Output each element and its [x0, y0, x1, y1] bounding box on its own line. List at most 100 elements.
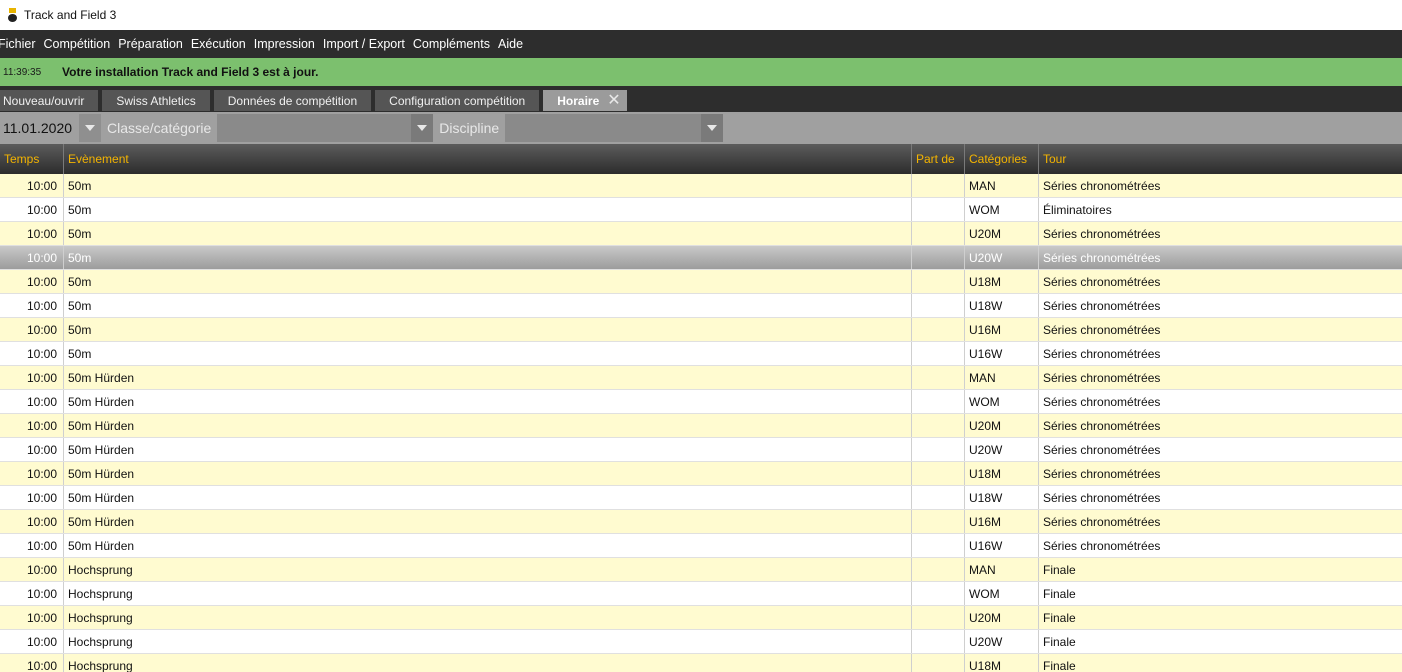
cell-category: WOM	[965, 390, 1039, 413]
table-row[interactable]: 10:00 50m U20W Séries chronométrées	[0, 246, 1402, 270]
cell-time: 10:00	[0, 606, 64, 629]
cell-event: 50m	[64, 318, 912, 341]
cell-part	[912, 582, 965, 605]
table-row[interactable]: 10:00 50m Hürden WOM Séries chronométrées	[0, 390, 1402, 414]
date-select-value[interactable]: 11.01.2020	[0, 120, 79, 136]
table-row[interactable]: 10:00 50m Hürden U20M Séries chronométrées	[0, 414, 1402, 438]
menu-execution[interactable]: Exécution	[187, 37, 250, 51]
date-dropdown-button[interactable]	[79, 114, 101, 142]
cell-time: 10:00	[0, 294, 64, 317]
cell-part	[912, 222, 965, 245]
cell-time: 10:00	[0, 342, 64, 365]
table-row[interactable]: 10:00 Hochsprung U18M Finale	[0, 654, 1402, 672]
chevron-down-icon	[707, 125, 718, 131]
cell-event: 50m Hürden	[64, 486, 912, 509]
tab-donnees-competition[interactable]: Données de compétition	[213, 90, 372, 111]
cell-round: Séries chronométrées	[1043, 442, 1161, 457]
cell-category: U16M	[965, 510, 1039, 533]
cell-part	[912, 438, 965, 461]
cell-part	[912, 510, 965, 533]
class-category-value[interactable]	[217, 114, 411, 142]
cell-part	[912, 390, 965, 413]
column-header-part[interactable]: Part de	[912, 144, 965, 174]
cell-round: Séries chronométrées	[1043, 322, 1161, 337]
tab-configuration-competition[interactable]: Configuration compétition	[375, 90, 540, 111]
table-row[interactable]: 10:00 Hochsprung WOM Finale	[0, 582, 1402, 606]
tab-nouveau-ouvrir[interactable]: Nouveau/ouvrir	[0, 90, 99, 111]
cell-part	[912, 654, 965, 672]
table-row[interactable]: 10:00 50m MAN Séries chronométrées	[0, 174, 1402, 198]
cell-event: 50m	[64, 174, 912, 197]
cell-event: 50m	[64, 198, 912, 221]
cell-part	[912, 246, 965, 269]
cell-event: Hochsprung	[64, 582, 912, 605]
cell-round: Finale	[1043, 658, 1076, 672]
cell-part	[912, 198, 965, 221]
table-row[interactable]: 10:00 Hochsprung U20M Finale	[0, 606, 1402, 630]
table-row[interactable]: 10:00 50m Hürden U16W Séries chronométrées	[0, 534, 1402, 558]
table-row[interactable]: 10:00 50m U20M Séries chronométrées	[0, 222, 1402, 246]
cell-round: Finale	[1043, 586, 1076, 601]
cell-event: Hochsprung	[64, 630, 912, 653]
cell-time: 10:00	[0, 462, 64, 485]
cell-category: WOM	[965, 582, 1039, 605]
cell-round: Séries chronométrées	[1043, 250, 1161, 265]
menu-import-export[interactable]: Import / Export	[319, 37, 409, 51]
cell-round: Finale	[1043, 610, 1076, 625]
menu-competition[interactable]: Compétition	[40, 37, 115, 51]
cell-round: Séries chronométrées	[1043, 418, 1161, 433]
cell-part	[912, 606, 965, 629]
table-row[interactable]: 10:00 50m Hürden U18W Séries chronométrées	[0, 486, 1402, 510]
cell-time: 10:00	[0, 558, 64, 581]
filter-bar: 11.01.2020 Classe/catégorie Discipline	[0, 112, 1402, 144]
tab-swiss-athletics[interactable]: Swiss Athletics	[102, 90, 210, 111]
cell-category: U16W	[965, 342, 1039, 365]
table-row[interactable]: 10:00 50m U16W Séries chronométrées	[0, 342, 1402, 366]
cell-category: MAN	[965, 366, 1039, 389]
class-category-select[interactable]	[217, 114, 434, 142]
tab-horaire[interactable]: Horaire ✕	[543, 90, 627, 111]
chevron-down-icon	[85, 125, 95, 131]
cell-event: 50m	[64, 246, 912, 269]
table-row[interactable]: 10:00 50m WOM Éliminatoires	[0, 198, 1402, 222]
discipline-dropdown-button[interactable]	[701, 114, 724, 142]
table-row[interactable]: 10:00 Hochsprung U20W Finale	[0, 630, 1402, 654]
table-row[interactable]: 10:00 50m Hürden U18M Séries chronométrées	[0, 462, 1402, 486]
table-row[interactable]: 10:00 50m Hürden MAN Séries chronométrées	[0, 366, 1402, 390]
cell-part	[912, 630, 965, 653]
table-row[interactable]: 10:00 50m U18M Séries chronométrées	[0, 270, 1402, 294]
column-header-event[interactable]: Evènement	[64, 144, 912, 174]
menu-fichier[interactable]: Fichier	[0, 37, 40, 51]
column-header-category[interactable]: Catégories	[965, 144, 1039, 174]
menu-impression[interactable]: Impression	[250, 37, 319, 51]
cell-round: Séries chronométrées	[1043, 226, 1161, 241]
class-category-dropdown-button[interactable]	[411, 114, 434, 142]
cell-time: 10:00	[0, 582, 64, 605]
table-row[interactable]: 10:00 Hochsprung MAN Finale	[0, 558, 1402, 582]
table-row[interactable]: 10:00 50m Hürden U20W Séries chronométrées	[0, 438, 1402, 462]
close-icon[interactable]: ✕	[607, 92, 620, 109]
cell-part	[912, 462, 965, 485]
menu-preparation[interactable]: Préparation	[114, 37, 187, 51]
cell-category: U16W	[965, 534, 1039, 557]
cell-part	[912, 342, 965, 365]
menu-bar: Fichier Compétition Préparation Exécutio…	[0, 30, 1402, 58]
discipline-select[interactable]	[505, 114, 724, 142]
column-header-round[interactable]: Tour	[1039, 144, 1402, 174]
table-row[interactable]: 10:00 50m Hürden U16M Séries chronométrées	[0, 510, 1402, 534]
menu-complements[interactable]: Compléments	[409, 37, 494, 51]
table-row[interactable]: 10:00 50m U16M Séries chronométrées	[0, 318, 1402, 342]
menu-aide[interactable]: Aide	[494, 37, 527, 51]
cell-round: Séries chronométrées	[1043, 514, 1161, 529]
discipline-value[interactable]	[505, 114, 701, 142]
cell-event: 50m	[64, 342, 912, 365]
cell-time: 10:00	[0, 438, 64, 461]
cell-category: U18M	[965, 270, 1039, 293]
cell-time: 10:00	[0, 414, 64, 437]
cell-round: Séries chronométrées	[1043, 346, 1161, 361]
window-title: Track and Field 3	[24, 8, 117, 22]
title-bar: Track and Field 3	[0, 0, 1402, 30]
table-row[interactable]: 10:00 50m U18W Séries chronométrées	[0, 294, 1402, 318]
schedule-grid-header: Temps Evènement Part de Catégories Tour	[0, 144, 1402, 174]
column-header-time[interactable]: Temps	[0, 144, 64, 174]
